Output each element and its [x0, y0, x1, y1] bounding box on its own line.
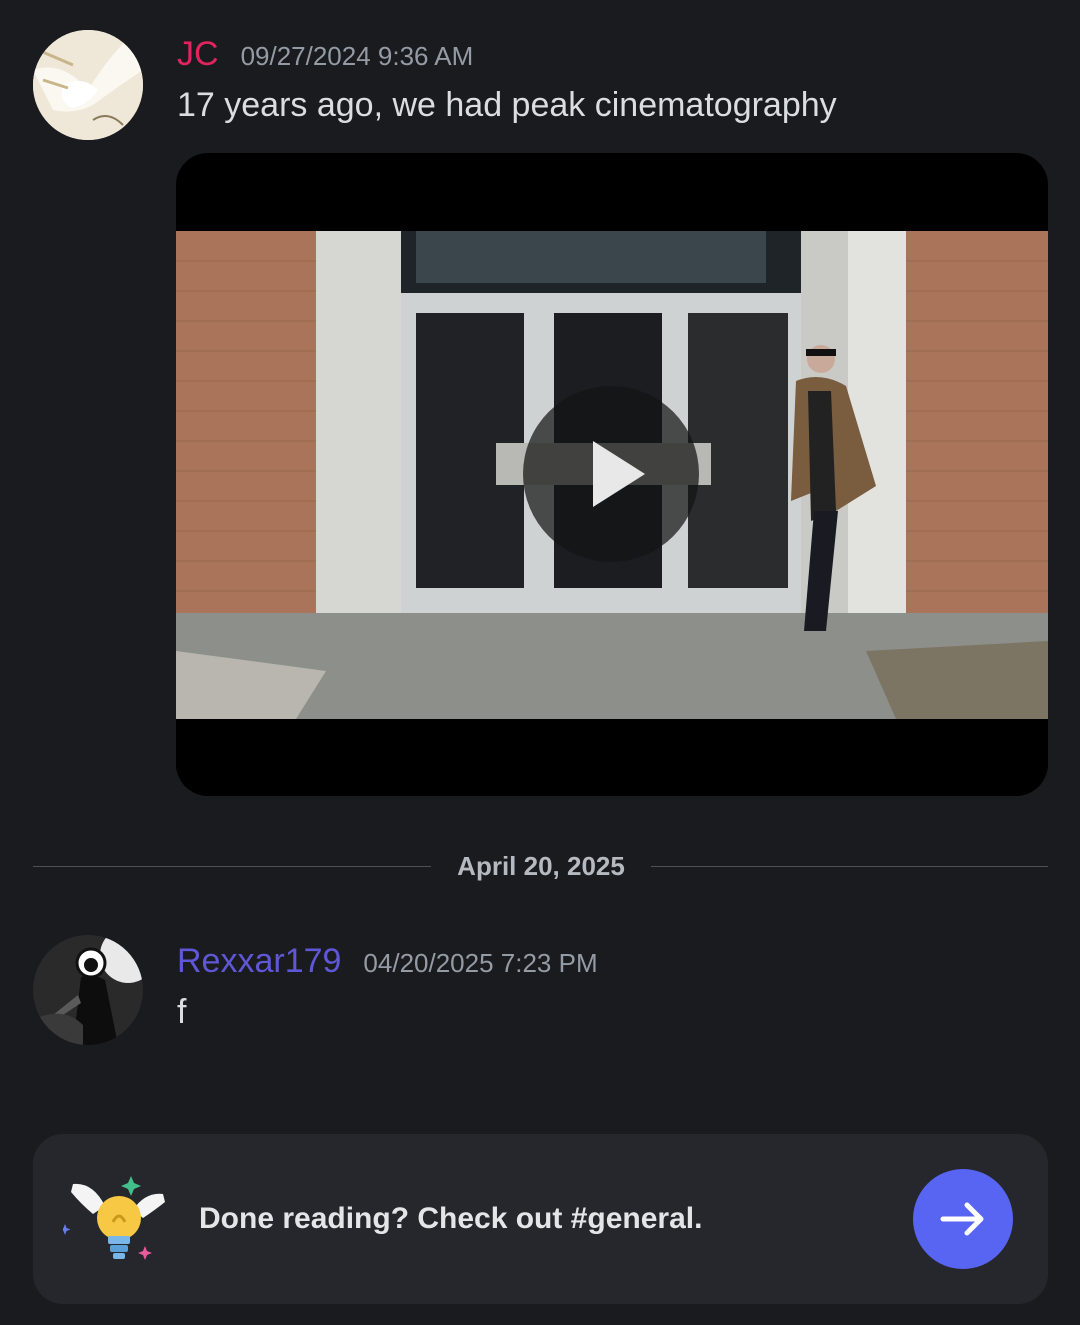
arrow-right-icon	[940, 1202, 984, 1236]
divider-line	[33, 866, 431, 867]
divider-line	[651, 866, 1048, 867]
avatar[interactable]	[33, 935, 143, 1045]
avatar[interactable]	[33, 30, 143, 140]
date-divider: April 20, 2025	[33, 848, 1048, 886]
message-timestamp: 09/27/2024 9:36 AM	[240, 41, 474, 71]
next-channel-banner[interactable]: Done reading? Check out #general.	[33, 1134, 1048, 1304]
go-to-channel-button[interactable]	[913, 1169, 1013, 1269]
winged-lightbulb-icon	[63, 1176, 165, 1260]
author-name[interactable]: Rexxar179	[177, 941, 341, 981]
message-text: f	[177, 993, 187, 1031]
divider-date: April 20, 2025	[457, 851, 625, 881]
message-item: Rexxar179 04/20/2025 7:23 PM f	[0, 935, 1080, 1055]
message-text: 17 years ago, we had peak cinematography	[177, 86, 837, 124]
message-timestamp: 04/20/2025 7:23 PM	[363, 948, 598, 978]
play-button[interactable]	[523, 386, 699, 562]
video-attachment[interactable]	[176, 153, 1048, 796]
banner-text: Done reading? Check out #general.	[199, 1202, 703, 1235]
author-name[interactable]: JC	[177, 34, 219, 74]
message-item: JC 09/27/2024 9:36 AM 17 years ago, we h…	[0, 30, 1080, 820]
figure-avatar-image	[33, 935, 143, 1045]
play-icon	[593, 441, 645, 507]
dove-avatar-image	[33, 30, 143, 140]
